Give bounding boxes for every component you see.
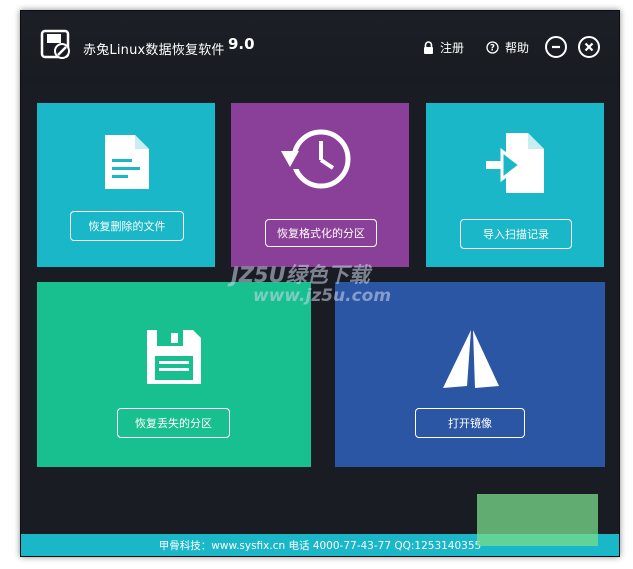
recover-deleted-button[interactable]: 恢复删除的文件 xyxy=(70,211,184,241)
recover-lost-button[interactable]: 恢复丢失的分区 xyxy=(117,408,230,438)
tile-import-scan[interactable]: 导入扫描记录 xyxy=(426,103,604,267)
import-file-icon xyxy=(486,133,544,193)
history-clock-icon xyxy=(281,129,351,189)
sail-icon xyxy=(443,330,499,388)
help-link[interactable]: ? 帮助 xyxy=(486,39,529,56)
title-bar: 赤兔Linux数据恢复软件 9.0 注册 ? 帮助 xyxy=(21,11,619,86)
green-overlay-patch xyxy=(477,494,598,546)
import-scan-button[interactable]: 导入扫描记录 xyxy=(460,219,572,249)
close-icon xyxy=(584,42,594,52)
app-title: 赤兔Linux数据恢复软件 xyxy=(83,43,225,58)
help-label: 帮助 xyxy=(505,41,530,55)
footer-text: 甲骨科技：www.sysfix.cn 电话 4000-77-43-77 QQ:1… xyxy=(158,539,482,552)
minimize-button[interactable] xyxy=(545,36,567,58)
svg-text:?: ? xyxy=(490,44,495,54)
register-link[interactable]: 注册 xyxy=(423,39,464,56)
question-icon: ? xyxy=(486,41,499,54)
app-logo-icon xyxy=(40,29,70,59)
document-icon xyxy=(105,135,149,189)
tile-recover-deleted[interactable]: 恢复删除的文件 xyxy=(37,103,215,267)
minimize-icon xyxy=(552,45,560,49)
tile-open-image[interactable]: 打开镜像 xyxy=(335,282,605,467)
tile-recover-formatted[interactable]: 恢复格式化的分区 xyxy=(231,103,409,267)
app-window: 赤兔Linux数据恢复软件 9.0 注册 ? 帮助 恢复删除的文件 恢复格式化的… xyxy=(20,10,620,557)
floppy-disk-icon xyxy=(147,330,201,384)
app-version: 9.0 xyxy=(228,35,255,53)
register-label: 注册 xyxy=(440,41,465,55)
open-image-button[interactable]: 打开镜像 xyxy=(415,408,525,438)
recover-formatted-button[interactable]: 恢复格式化的分区 xyxy=(265,219,377,247)
close-button[interactable] xyxy=(578,36,600,58)
tile-recover-lost[interactable]: 恢复丢失的分区 xyxy=(37,282,311,467)
lock-icon xyxy=(424,41,433,54)
